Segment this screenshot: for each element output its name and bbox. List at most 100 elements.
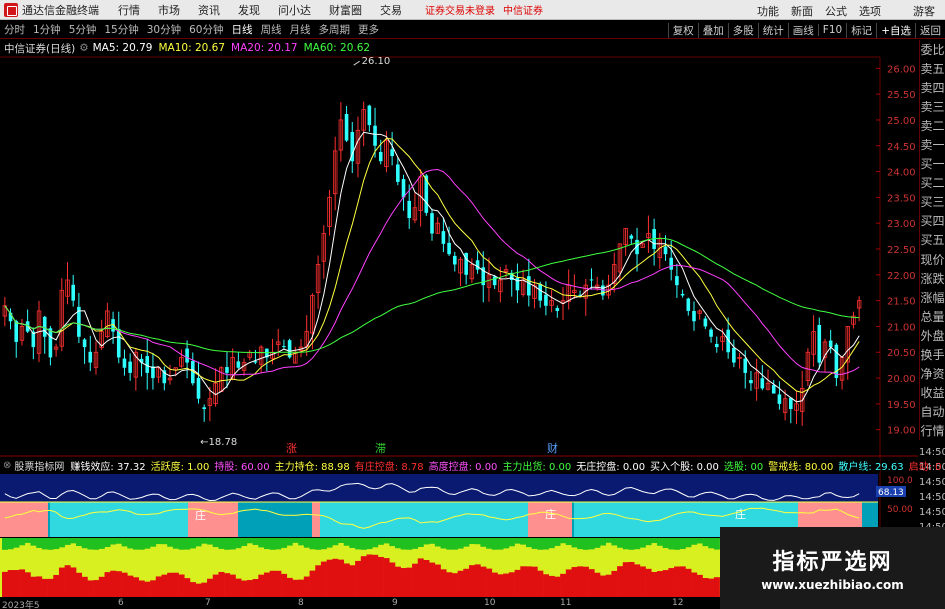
date-axis: 2023年5 6 7 8 9 10 11 12 <box>0 598 720 609</box>
sub-indicator-name: 股票指标网 <box>14 462 65 473</box>
price-tick-label: 25.50 <box>887 90 916 101</box>
side-panel-item[interactable]: 行情 <box>920 421 945 440</box>
price-tick-label: 26.00 <box>887 64 916 75</box>
price-tick-label: 20.50 <box>887 348 916 359</box>
time-tick-label: 14:50 <box>919 492 945 503</box>
sub-indicator-item: 无庄控盘: 0.00 <box>576 462 646 473</box>
price-tick-label: 24.50 <box>887 142 916 153</box>
terminal-window: 通达信金融终端 行情 市场 资讯 发现 问小达 财富圈 交易 证券交易未登录 中… <box>0 0 945 609</box>
side-panel-item[interactable]: 换手 <box>920 345 945 364</box>
side-panel-item[interactable]: 委比 <box>920 40 945 59</box>
side-panel-item[interactable]: 卖二 <box>920 116 945 135</box>
ma5-line <box>4 131 860 403</box>
price-tick-label: 19.00 <box>887 426 916 437</box>
price-tick-label: 24.00 <box>887 168 916 179</box>
side-panel-item[interactable]: 涨幅 <box>920 288 945 307</box>
candle <box>93 341 99 375</box>
price-tick-label: 23.00 <box>887 219 916 230</box>
candle <box>59 278 65 352</box>
candle <box>338 102 344 162</box>
candle <box>532 279 537 309</box>
candle <box>185 340 189 379</box>
candles-layer <box>2 101 862 426</box>
side-panel-item[interactable]: 外盘 <box>920 326 945 345</box>
candlestick-chart[interactable]: 26.00 25.50 25.00 24.50 24.00 23.50 23.00 22.50… <box>0 0 945 609</box>
date-tick-label: 10 <box>484 598 496 608</box>
side-panel-item[interactable]: 现价 <box>920 250 945 269</box>
price-tick-label: 22.50 <box>887 245 916 256</box>
candle <box>196 361 201 404</box>
candle <box>355 116 361 178</box>
candle <box>367 104 372 132</box>
candle <box>805 348 811 387</box>
side-panel-item[interactable]: 卖三 <box>920 97 945 116</box>
candle <box>520 269 526 297</box>
side-panel-item[interactable]: 买四 <box>920 211 945 230</box>
ma10-line <box>4 137 860 394</box>
candle <box>77 292 81 344</box>
sub-indicator-item: 活跃度: 1.00 <box>150 462 210 473</box>
side-panel-item[interactable]: 总量 <box>920 307 945 326</box>
side-panel-item[interactable]: 净资 <box>920 364 945 383</box>
candle <box>14 319 19 358</box>
candle <box>88 335 93 372</box>
candle <box>202 404 206 422</box>
low-zone <box>320 502 528 537</box>
candle <box>794 391 799 425</box>
side-panel-item[interactable]: 涨跌 <box>920 269 945 288</box>
candle <box>589 268 594 290</box>
candle <box>128 353 132 381</box>
date-tick-label: 8 <box>298 598 304 608</box>
side-panel-item[interactable]: 买三 <box>920 192 945 211</box>
side-panel-item[interactable]: 卖四 <box>920 78 945 97</box>
candle <box>213 368 218 407</box>
side-panel-item[interactable]: 买五 <box>920 230 945 249</box>
candle <box>441 217 446 253</box>
close-icon[interactable]: ⊗ <box>3 460 11 471</box>
price-tick-label: 21.00 <box>887 322 916 333</box>
candle <box>652 218 656 266</box>
side-panel-item[interactable]: 自动 <box>920 402 945 421</box>
side-panel-item[interactable]: 买二 <box>920 173 945 192</box>
side-panel-item[interactable]: 收益 <box>920 383 945 402</box>
volume-panel <box>0 538 720 597</box>
price-tick-label: 22.00 <box>887 271 916 282</box>
candle <box>42 315 47 354</box>
candle <box>315 255 321 309</box>
watermark-title: 指标严选网 <box>772 550 893 575</box>
candle <box>771 379 776 394</box>
date-tick-label: 7 <box>205 598 211 608</box>
candle <box>332 136 338 211</box>
sub-indicator-item: 警戒线: 80.00 <box>768 462 834 473</box>
candle <box>732 339 736 368</box>
candle <box>25 309 30 333</box>
candle <box>583 278 588 316</box>
sub-indicator-item: 散户线: 29.63 <box>838 462 904 473</box>
low-price-label: ←18.78 <box>200 437 237 448</box>
sub-value-label: 68.13 <box>878 488 904 498</box>
candle <box>145 338 150 390</box>
sub-indicator-item: 持股: 60.00 <box>214 462 270 473</box>
ma-lines-layer <box>4 131 860 403</box>
side-panel-item[interactable]: 卖五 <box>920 59 945 78</box>
candle <box>686 297 691 316</box>
candle <box>629 233 634 245</box>
candle <box>105 302 110 339</box>
watermark-url: www.xuezhibiao.com <box>761 578 904 592</box>
candle <box>293 346 298 364</box>
candle <box>703 315 708 330</box>
candle <box>412 192 418 224</box>
candle <box>714 336 719 353</box>
side-panel-item[interactable]: 卖一 <box>920 135 945 154</box>
sub-indicator-item: 买入个股: 0.00 <box>650 462 719 473</box>
date-tick-label: 12 <box>672 598 684 608</box>
candle <box>834 343 839 387</box>
candle <box>839 355 845 390</box>
candle <box>82 338 87 364</box>
flag-rise-label: 涨 <box>286 442 297 455</box>
flag-stall-label: 滞 <box>375 442 386 455</box>
candle <box>789 397 793 424</box>
candle <box>282 339 286 349</box>
candle <box>475 251 480 274</box>
side-panel-item[interactable]: 买一 <box>920 154 945 173</box>
